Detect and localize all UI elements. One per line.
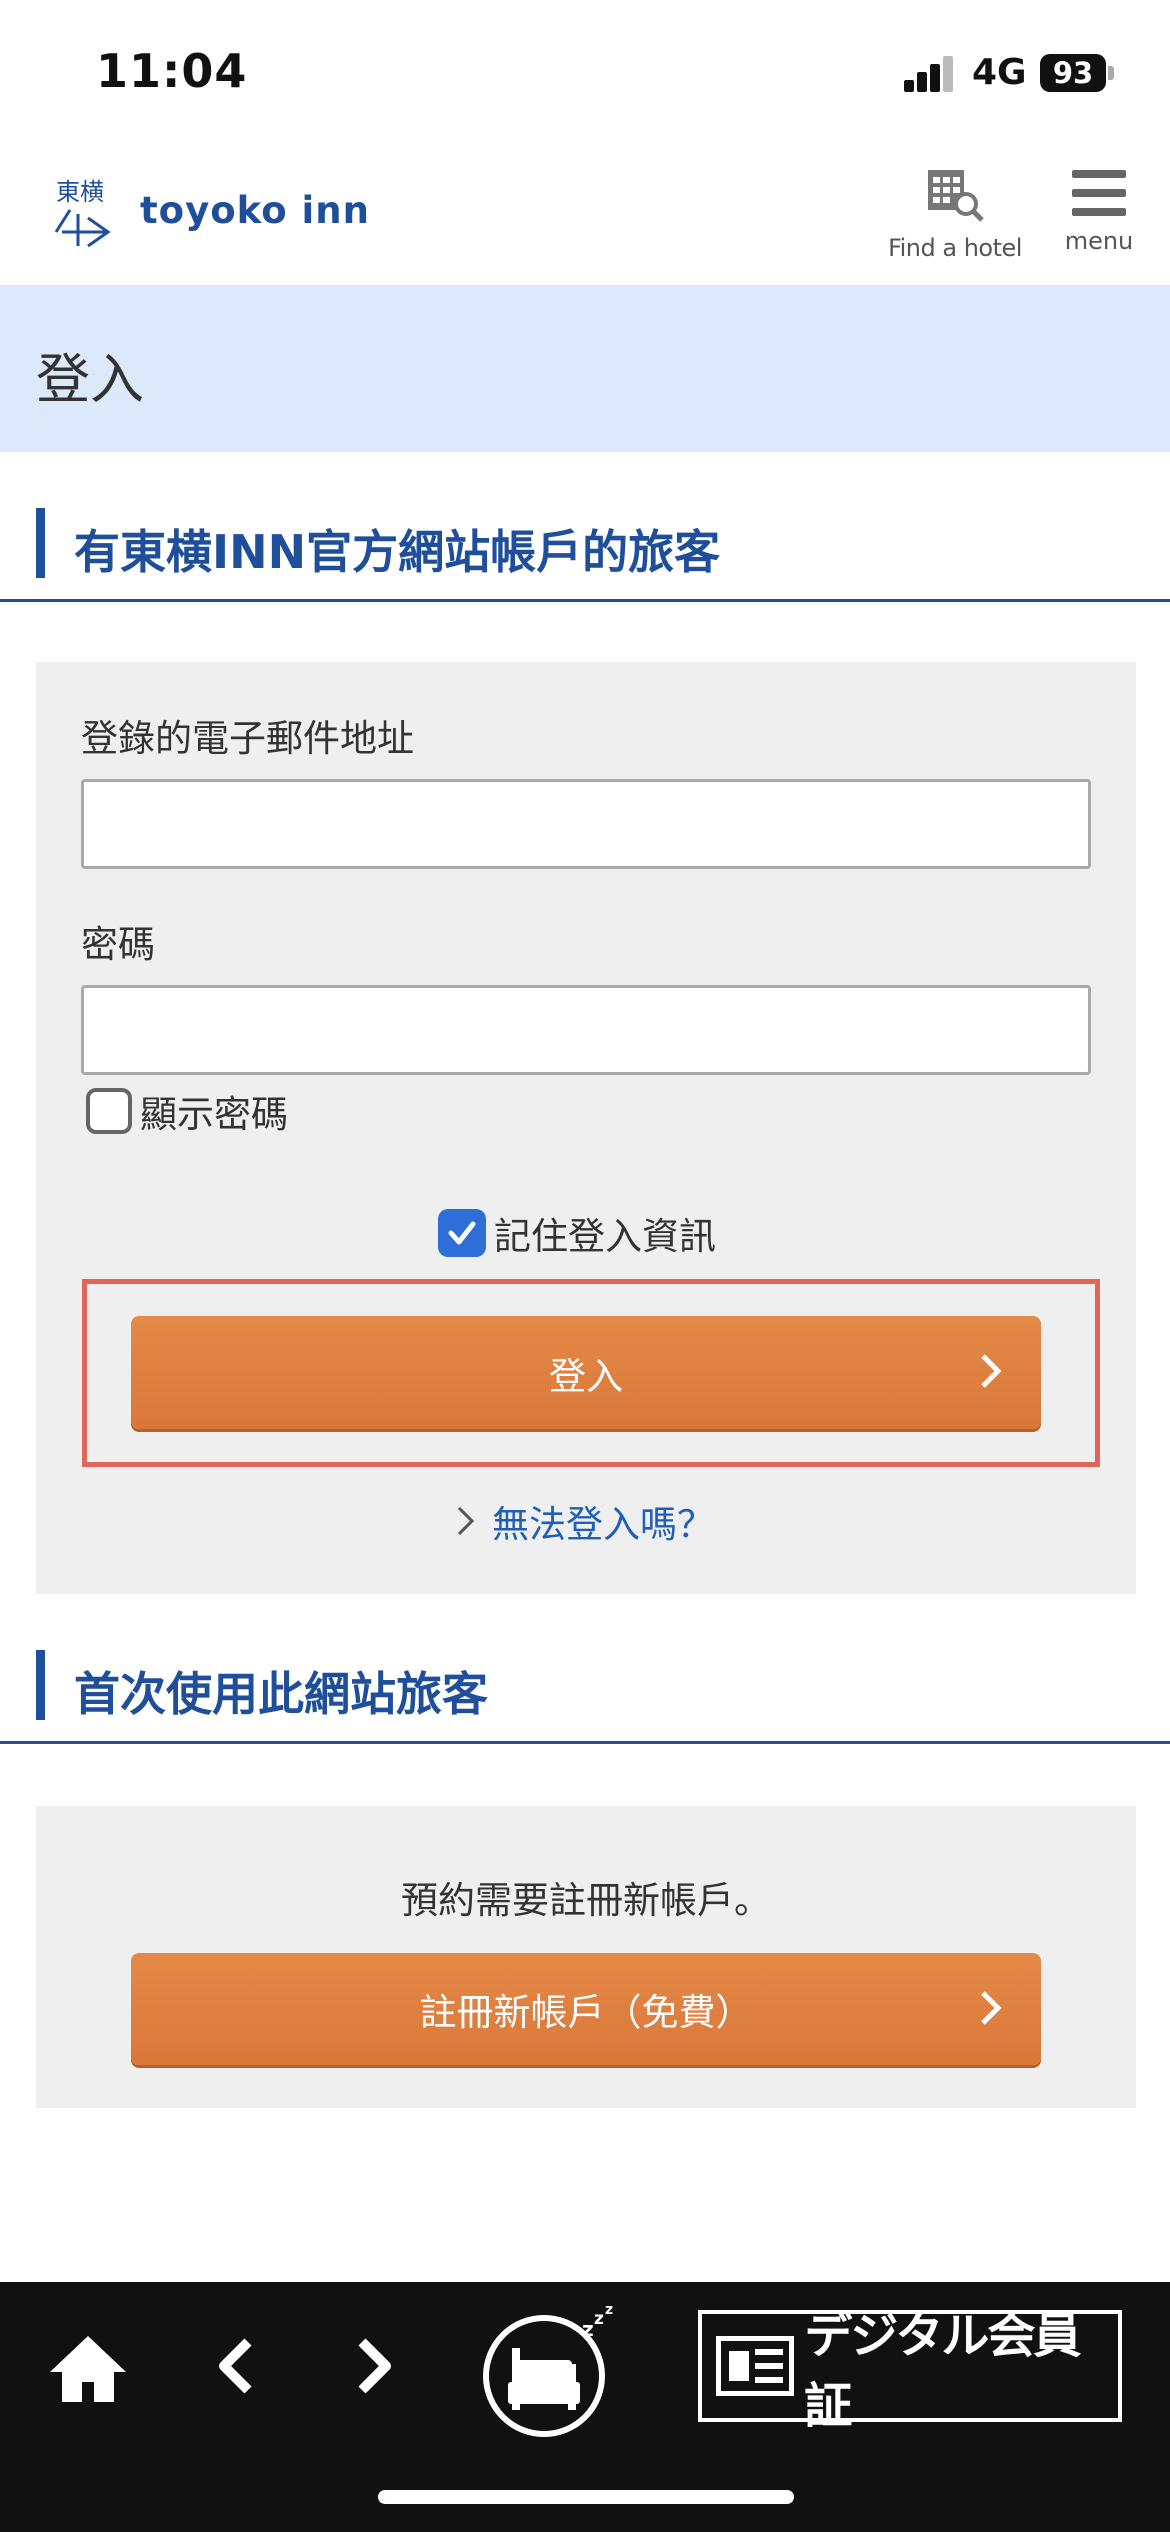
hotel-search-icon [928, 170, 984, 222]
member-card-icon [716, 2336, 795, 2396]
forgot-login-link[interactable]: 無法登入嗎？ [456, 1494, 714, 1548]
site-header: 東横 toyoko inn Find a hotel menu [0, 140, 1170, 285]
menu-label: menu [1064, 227, 1134, 255]
remember-login-label: 記住登入資訊 [494, 1215, 716, 1258]
signal-icon [904, 54, 954, 92]
svg-text:東横: 東横 [56, 178, 104, 206]
svg-text:z: z [582, 2317, 594, 2341]
hamburger-icon [1058, 170, 1140, 216]
chevron-right-icon [457, 1506, 475, 1536]
forward-icon[interactable] [352, 2336, 396, 2396]
svg-text:z: z [594, 2309, 604, 2329]
battery-nub [1108, 66, 1114, 80]
member-section-title: 有東横INN官方網站帳戶的旅客 [74, 525, 721, 579]
password-field[interactable] [81, 985, 1091, 1075]
heading-accent-bar [36, 508, 45, 578]
svg-text:z: z [605, 2304, 613, 2318]
find-hotel-label: Find a hotel [888, 234, 1022, 262]
login-button[interactable]: 登入 [131, 1316, 1041, 1429]
bed-icon[interactable]: z z z [478, 2304, 622, 2438]
checked-box-icon [438, 1209, 486, 1257]
status-bar: 11:04 4G 93 [0, 0, 1170, 140]
email-label: 登錄的電子郵件地址 [81, 717, 414, 760]
home-indicator[interactable] [378, 2490, 794, 2504]
digital-card-label: デジタル会員証 [804, 2308, 1081, 2434]
page-title-band: 登入 [0, 285, 1170, 452]
menu-button[interactable]: menu [1058, 170, 1140, 255]
forgot-login-label: 無法登入嗎？ [492, 1503, 714, 1546]
chevron-right-icon [981, 1354, 1002, 1388]
find-hotel-button[interactable]: Find a hotel [880, 166, 1030, 262]
status-time: 11:04 [96, 44, 248, 98]
register-button[interactable]: 註冊新帳戶（免費） [131, 1953, 1041, 2065]
forgot-login-row: 無法登入嗎？ [0, 1494, 1170, 1548]
member-section-heading: 有東横INN官方網站帳戶的旅客 [0, 508, 1170, 602]
show-password-label: 顯示密碼 [140, 1093, 288, 1136]
new-user-section-heading: 首次使用此網站旅客 [0, 1650, 1170, 1744]
back-icon[interactable] [214, 2336, 258, 2396]
page-title: 登入 [36, 348, 144, 411]
network-type: 4G [972, 52, 1027, 93]
chevron-right-icon [981, 1991, 1002, 2025]
email-field[interactable] [81, 779, 1091, 869]
login-button-label: 登入 [549, 1354, 623, 1398]
register-notice: 預約需要註冊新帳戶。 [401, 1879, 771, 1922]
logo-mark-icon: 東横 [54, 178, 111, 248]
home-icon[interactable] [46, 2332, 130, 2406]
register-button-label: 註冊新帳戶（免費） [419, 1991, 753, 2034]
remember-login-checkbox[interactable]: 記住登入資訊 [438, 1206, 716, 1260]
show-password-checkbox[interactable]: 顯示密碼 [86, 1084, 288, 1138]
logo-text: toyoko inn [140, 188, 370, 232]
battery-icon: 93 [1040, 54, 1106, 92]
digital-member-card-button[interactable]: デジタル会員証 [698, 2308, 1122, 2434]
heading-accent-bar [36, 1650, 45, 1720]
toyoko-inn-logo[interactable]: 東横 toyoko inn [48, 170, 370, 250]
unchecked-box-icon [86, 1088, 132, 1134]
password-label: 密碼 [81, 923, 155, 966]
new-user-section-title: 首次使用此網站旅客 [74, 1667, 488, 1721]
